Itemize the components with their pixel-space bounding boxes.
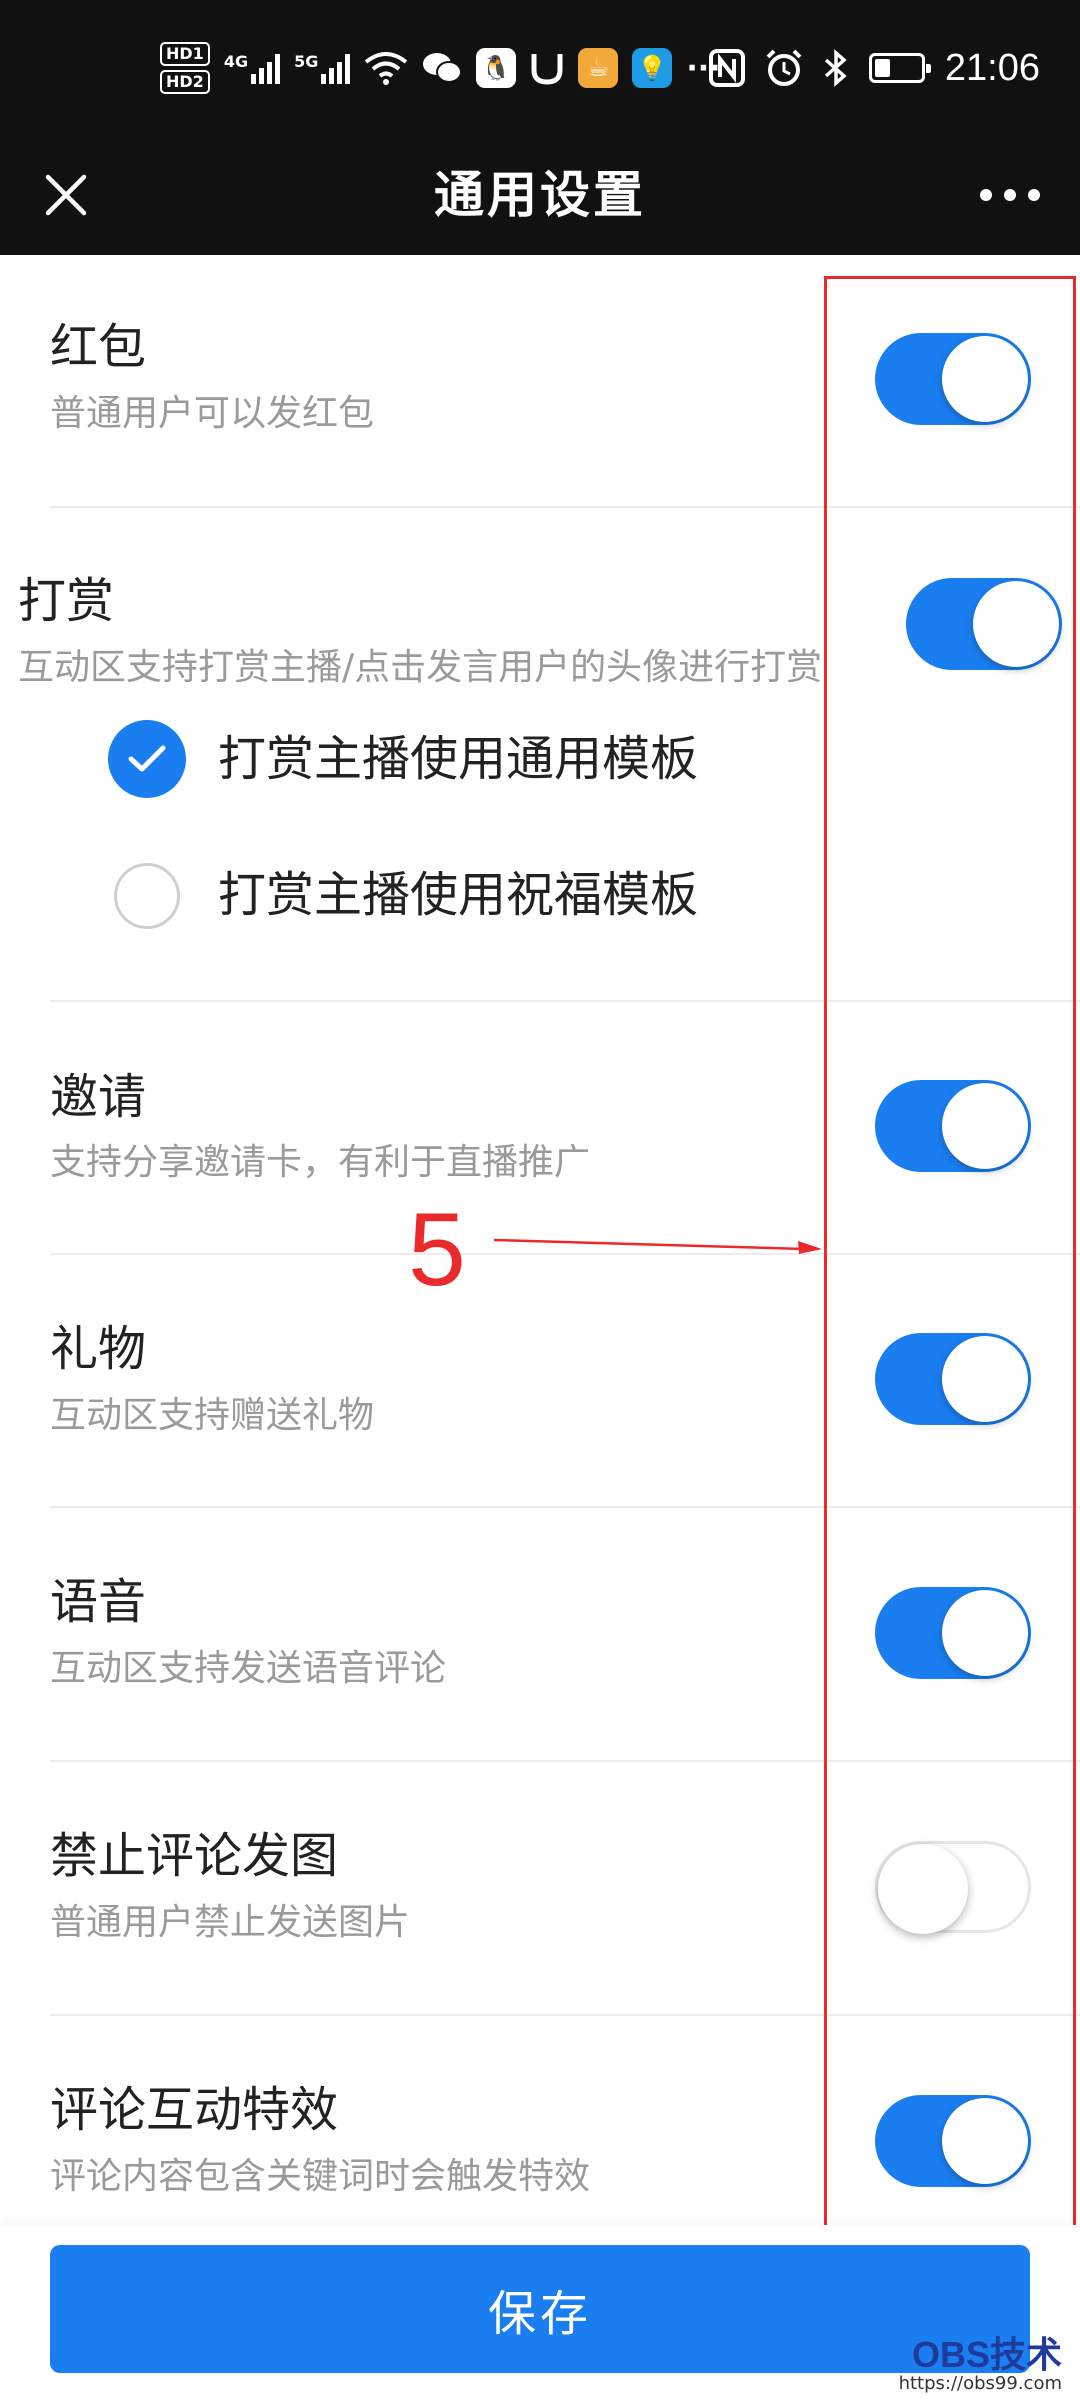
hd1-badge: HD1	[160, 42, 210, 66]
setting-desc: 评论内容包含关键词时会触发特效	[50, 2156, 591, 2197]
setting-title: 打赏	[18, 573, 115, 629]
app-orange-icon: ☕	[578, 48, 619, 88]
setting-title: 礼物	[50, 1321, 147, 1377]
setting-title: 评论互动特效	[50, 2082, 339, 2138]
more-options-button[interactable]	[962, 157, 1058, 233]
signal-4g-icon: 4G	[224, 52, 281, 84]
page-title: 通用设置	[434, 166, 646, 224]
setting-title: 语音	[50, 1574, 147, 1630]
more-dot-icon	[1028, 189, 1040, 201]
battery-icon	[868, 53, 931, 83]
watermark-logo: OBS技术	[911, 2334, 1062, 2375]
setting-desc: 普通用户禁止发送图片	[50, 1902, 411, 1943]
qq-icon: 🐧	[476, 48, 517, 88]
annotation-number: 5	[408, 1192, 466, 1308]
more-dot-icon	[980, 189, 992, 201]
alarm-icon	[766, 49, 802, 86]
setting-desc: 互动区支持赠送礼物	[50, 1395, 375, 1436]
nfc-icon	[708, 49, 745, 87]
wifi-icon	[365, 52, 408, 85]
bluetooth-icon	[824, 49, 847, 87]
footer: 保存 OBS技术 https://obs99.com	[0, 2225, 1080, 2400]
setting-desc: 互动区支持打赏主播/点击发言用户的头像进行打赏	[18, 647, 823, 688]
template-blessing-radio[interactable]	[114, 863, 180, 929]
template-blessing-label[interactable]: 打赏主播使用祝福模板	[218, 865, 698, 925]
more-dot-icon	[1004, 189, 1016, 201]
status-bar: HD1 HD2 4G 5G 🐧 ☕ 💡 ··· 21:06	[0, 0, 1080, 135]
title-bar: 通用设置	[0, 135, 1080, 255]
hd2-badge: HD2	[160, 70, 210, 94]
annotation-arrow-icon	[493, 1238, 822, 1254]
setting-title: 禁止评论发图	[50, 1828, 339, 1884]
watermark-url: https://obs99.com	[898, 2373, 1062, 2394]
app-blue-icon: 💡	[632, 48, 673, 88]
status-right-icons: 21:06	[708, 36, 1040, 100]
signal-5g-icon: 5G	[294, 52, 351, 84]
status-time: 21:06	[944, 46, 1040, 89]
checkmark-icon	[128, 745, 166, 772]
setting-desc: 普通用户可以发红包	[50, 393, 375, 434]
setting-title: 邀请	[50, 1069, 147, 1125]
setting-desc: 互动区支持发送语音评论	[50, 1648, 447, 1689]
status-left-icons: HD1 HD2 4G 5G 🐧 ☕ 💡 ···	[160, 36, 721, 100]
hd-indicators: HD1 HD2	[160, 42, 210, 94]
annotation-highlight-box	[824, 276, 1076, 2230]
cup-icon	[531, 54, 563, 85]
template-general-radio[interactable]	[108, 720, 186, 798]
wechat-icon	[423, 53, 463, 83]
setting-title: 红包	[50, 319, 147, 375]
setting-desc: 支持分享邀请卡，有利于直播推广	[50, 1142, 591, 1183]
save-button[interactable]: 保存	[50, 2245, 1030, 2373]
template-general-label[interactable]: 打赏主播使用通用模板	[218, 729, 698, 789]
watermark: OBS技术 https://obs99.com	[899, 2336, 1062, 2394]
